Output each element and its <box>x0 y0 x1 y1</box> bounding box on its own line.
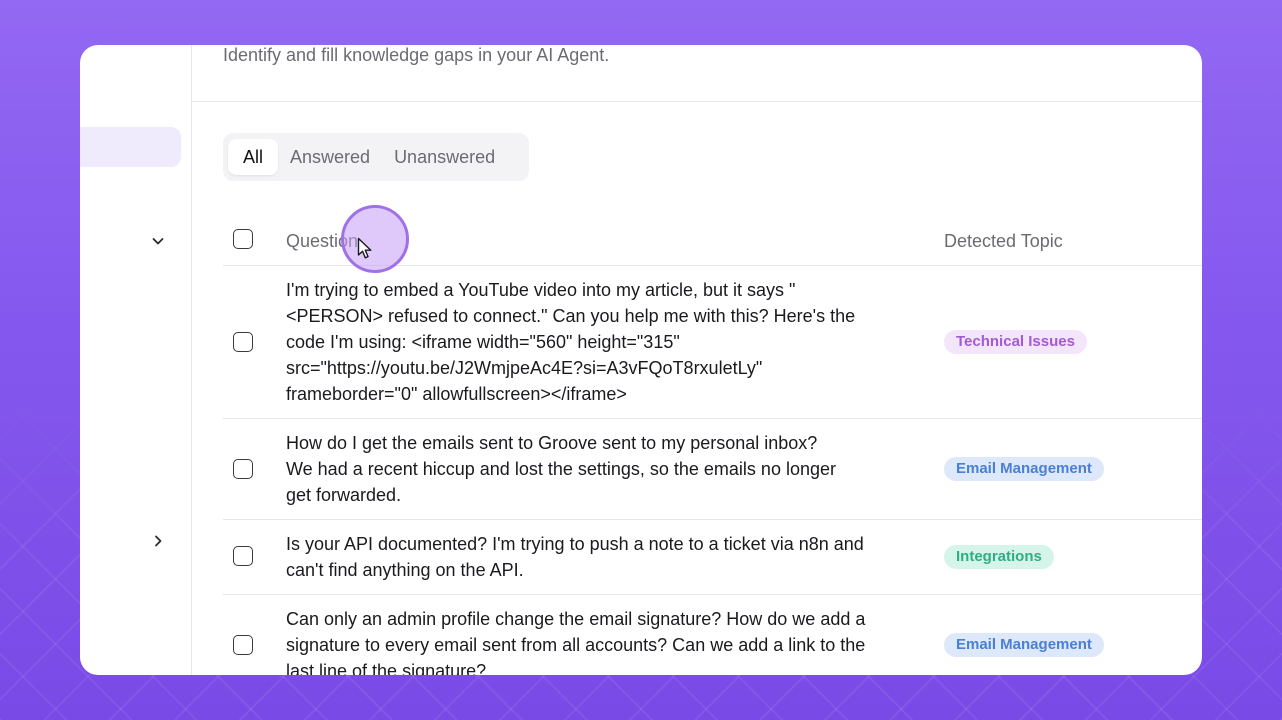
table-row[interactable]: How do I get the emails sent to Groove s… <box>223 419 1202 520</box>
page-subtitle: Identify and fill knowledge gaps in your… <box>223 45 610 65</box>
table-row[interactable]: Can only an admin profile change the ema… <box>223 595 1202 675</box>
column-header-detected-topic[interactable]: Detected Topic <box>944 230 1063 252</box>
question-text: Is your API documented? I'm trying to pu… <box>286 534 864 580</box>
row-checkbox[interactable] <box>233 546 253 566</box>
tab-answered[interactable]: Answered <box>278 139 382 175</box>
tab-all[interactable]: All <box>228 139 279 175</box>
table-row[interactable]: Is your API documented? I'm trying to pu… <box>223 520 1202 595</box>
filter-tabs: All Answered Unanswered <box>223 133 530 181</box>
row-checkbox[interactable] <box>233 332 253 352</box>
chevron-down-icon[interactable] <box>148 231 168 251</box>
main-content: Identify and fill knowledge gaps in your… <box>192 45 1202 675</box>
select-all-checkbox[interactable] <box>233 229 253 249</box>
topic-badge: Technical Issues <box>944 330 1087 354</box>
topic-badge: Email Management <box>944 457 1104 481</box>
question-text: How do I get the emails sent to Groove s… <box>286 433 836 505</box>
question-text: I'm trying to embed a YouTube video into… <box>286 280 856 404</box>
click-highlight-ring <box>341 205 409 273</box>
tab-unanswered[interactable]: Unanswered <box>382 139 507 175</box>
topic-badge: Email Management <box>944 633 1104 657</box>
row-checkbox[interactable] <box>233 635 253 655</box>
sidebar <box>80 45 192 675</box>
row-checkbox[interactable] <box>233 459 253 479</box>
sidebar-item-active[interactable] <box>80 127 181 167</box>
header-divider <box>192 101 1202 102</box>
chevron-right-icon[interactable] <box>148 531 168 551</box>
table-row[interactable]: I'm trying to embed a YouTube video into… <box>223 266 1202 419</box>
app-window: Identify and fill knowledge gaps in your… <box>80 45 1202 675</box>
cursor-pointer-icon <box>357 237 372 259</box>
question-text: Can only an admin profile change the ema… <box>286 609 866 675</box>
questions-table: Question Detected Topic I'm trying to em… <box>223 217 1202 675</box>
topic-badge: Integrations <box>944 545 1054 569</box>
